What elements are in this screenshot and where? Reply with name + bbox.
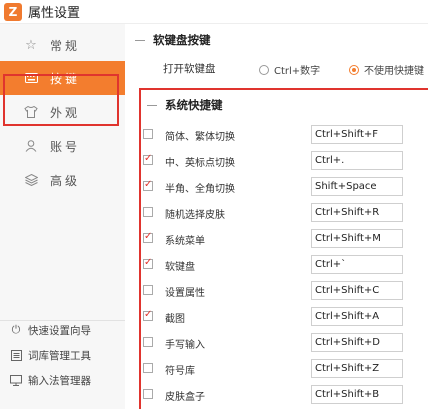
open-soft-keyboard-label: 打开软键盘 xyxy=(163,63,216,75)
shortcut-label: 手写输入 xyxy=(165,340,205,351)
sidebar-item-label: 常规 xyxy=(50,38,81,53)
tool-label: 词库管理工具 xyxy=(28,349,91,362)
shortcut-label: 随机选择皮肤 xyxy=(165,210,225,221)
sidebar-item-general[interactable]: ☆ 常规 xyxy=(0,28,125,62)
shortcut-label: 设置属性 xyxy=(165,288,205,299)
tool-label: 输入法管理器 xyxy=(28,374,91,387)
shortcut-label: 截图 xyxy=(165,314,185,325)
shortcut-checkbox[interactable] xyxy=(143,337,153,347)
shortcut-row-handwriting: 手写输入 Ctrl+Shift+D xyxy=(141,333,411,353)
radio-label: Ctrl+数字 xyxy=(274,66,321,77)
sidebar: ☆ 常规 按键 外观 账号 高级 ⏻ 快速设置向导 词库管理工具 输入法管理器 xyxy=(0,24,125,409)
shortcut-input[interactable]: Ctrl+Shift+F xyxy=(311,125,403,144)
sidebar-item-appearance[interactable]: 外观 xyxy=(0,95,125,129)
shortcut-checkbox[interactable] xyxy=(143,309,153,321)
radio-no-shortcut[interactable]: 不使用快捷键 xyxy=(349,62,424,77)
sidebar-item-advanced[interactable]: 高级 xyxy=(0,163,125,197)
shortcut-checkbox[interactable] xyxy=(143,363,153,373)
soft-keyboard-section-header: 软键盘按键 xyxy=(135,32,211,48)
shortcut-row-simplified-traditional: 简体、繁体切换 Ctrl+Shift+F xyxy=(141,125,411,145)
sidebar-item-account[interactable]: 账号 xyxy=(0,129,125,163)
shortcut-input[interactable]: Ctrl+Shift+D xyxy=(311,333,403,352)
shortcut-input[interactable]: Shift+Space xyxy=(311,177,403,196)
shortcut-row-screenshot: 截图 Ctrl+Shift+A xyxy=(141,307,411,327)
shortcut-checkbox[interactable] xyxy=(143,207,153,217)
tool-label: 快速设置向导 xyxy=(28,324,91,337)
shortcut-label: 系统菜单 xyxy=(165,236,205,247)
sidebar-item-label: 账号 xyxy=(50,139,81,154)
shortcut-row-random-skin: 随机选择皮肤 Ctrl+Shift+R xyxy=(141,203,411,223)
sidebar-item-label: 高级 xyxy=(50,173,81,188)
sidebar-item-label: 外观 xyxy=(50,105,81,120)
shortcut-label: 简体、繁体切换 xyxy=(165,132,235,143)
shortcut-input[interactable]: Ctrl+` xyxy=(311,255,403,274)
shortcut-row-skin-box: 皮肤盒子 Ctrl+Shift+B xyxy=(141,385,411,405)
shortcut-row-punctuation: 中、英标点切换 Ctrl+. xyxy=(141,151,411,171)
power-icon: ⏻ xyxy=(11,323,21,336)
section-dash xyxy=(135,39,145,41)
shirt-icon xyxy=(24,105,38,119)
radio-dot xyxy=(349,64,359,75)
shortcut-checkbox[interactable] xyxy=(143,179,153,191)
shortcut-input[interactable]: Ctrl+Shift+C xyxy=(311,281,403,300)
shortcut-label: 半角、全角切换 xyxy=(165,184,235,195)
section-title: 系统快捷键 xyxy=(165,98,223,112)
app-logo-icon: Z xyxy=(4,2,22,21)
section-title: 软键盘按键 xyxy=(153,33,211,47)
radio-ctrl-number[interactable]: Ctrl+数字 xyxy=(259,62,320,77)
shortcut-row-system-menu: 系统菜单 Ctrl+Shift+M xyxy=(141,229,411,249)
shortcut-row-settings: 设置属性 Ctrl+Shift+C xyxy=(141,281,411,301)
shortcut-checkbox[interactable] xyxy=(143,257,153,269)
ime-manager-link[interactable]: 输入法管理器 xyxy=(10,371,91,389)
shortcut-input[interactable]: Ctrl+Shift+R xyxy=(311,203,403,222)
dictionary-manager-link[interactable]: 词库管理工具 xyxy=(10,346,91,364)
shortcut-label: 中、英标点切换 xyxy=(165,158,235,169)
window-title: 属性设置 xyxy=(28,6,81,21)
shortcut-label: 软键盘 xyxy=(165,262,195,273)
section-dash xyxy=(147,104,157,106)
sidebar-item-keys[interactable]: 按键 xyxy=(0,61,125,95)
shortcut-label: 符号库 xyxy=(165,366,195,377)
shortcut-checkbox[interactable] xyxy=(143,285,153,295)
shortcut-row-symbol-library: 符号库 Ctrl+Shift+Z xyxy=(141,359,411,379)
shortcut-label: 皮肤盒子 xyxy=(165,392,205,403)
shortcut-checkbox[interactable] xyxy=(143,153,153,165)
main-panel: 软键盘按键 打开软键盘 Ctrl+数字 不使用快捷键 系统快捷键 简体、繁体切换… xyxy=(125,24,428,409)
dictionary-icon xyxy=(10,349,22,361)
layers-icon xyxy=(24,173,38,187)
shortcut-input[interactable]: Ctrl+Shift+Z xyxy=(311,359,403,378)
keyboard-icon xyxy=(24,71,38,85)
user-icon xyxy=(24,139,38,153)
sidebar-item-label: 按键 xyxy=(50,71,81,86)
radio-label: 不使用快捷键 xyxy=(364,66,424,77)
title-bar: Z 属性设置 xyxy=(0,0,428,24)
monitor-icon xyxy=(10,374,22,386)
shortcut-input[interactable]: Ctrl+Shift+A xyxy=(311,307,403,326)
shortcut-row-halfwidth-fullwidth: 半角、全角切换 Shift+Space xyxy=(141,177,411,197)
shortcut-input[interactable]: Ctrl+Shift+M xyxy=(311,229,403,248)
shortcut-checkbox[interactable] xyxy=(143,389,153,399)
system-shortcuts-section-header: 系统快捷键 xyxy=(147,97,223,113)
star-icon: ☆ xyxy=(25,37,37,53)
shortcut-checkbox[interactable] xyxy=(143,129,153,139)
shortcut-row-soft-keyboard: 软键盘 Ctrl+` xyxy=(141,255,411,275)
shortcut-input[interactable]: Ctrl+. xyxy=(311,151,403,170)
shortcut-input[interactable]: Ctrl+Shift+B xyxy=(311,385,403,404)
quick-setup-wizard-link[interactable]: ⏻ 快速设置向导 xyxy=(10,321,91,339)
shortcut-checkbox[interactable] xyxy=(143,231,153,243)
radio-dot xyxy=(259,64,269,75)
